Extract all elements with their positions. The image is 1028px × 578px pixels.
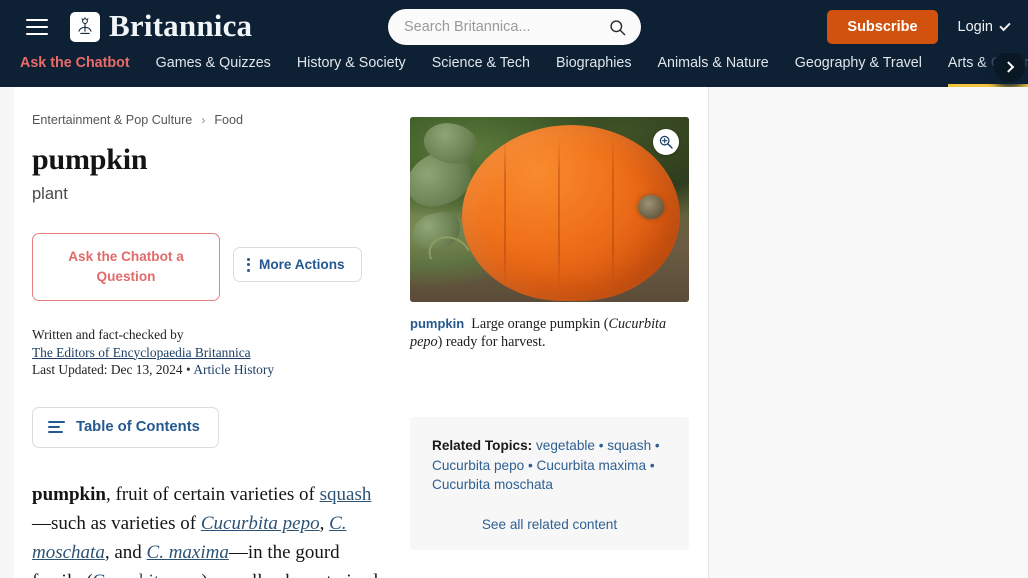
photo-pumpkin-stem [638, 195, 664, 219]
thistle-logo-icon [70, 11, 100, 42]
last-updated-line: Last Updated: Dec 13, 2024 • Article His… [32, 361, 382, 379]
category-nav: Ask the Chatbot Games & Quizzes History … [0, 53, 1028, 87]
right-rail [709, 87, 1028, 578]
byline-intro: Written and fact-checked by [32, 327, 184, 342]
ask-chatbot-button[interactable]: Ask the Chatbot a Question [32, 233, 220, 301]
hamburger-menu-icon[interactable] [26, 18, 48, 35]
nav-item-science-tech[interactable]: Science & Tech [432, 53, 530, 87]
byline: Written and fact-checked by The Editors … [32, 326, 382, 379]
britannica-logo[interactable]: Britannica [70, 10, 252, 44]
article-figure: pumpkin Large orange pumpkin (Cucurbita … [410, 117, 692, 351]
nav-item-history-society[interactable]: History & Society [297, 53, 406, 87]
body-text-1: , fruit of certain varieties of [105, 483, 320, 505]
related-topics-label: Related Topics: [432, 438, 533, 453]
caption-text-2: ) ready for harvest. [437, 334, 546, 350]
bullet-separator: • [598, 438, 604, 453]
hamburger-bar [26, 25, 48, 28]
kebab-dot [247, 263, 250, 266]
nav-item-geography-travel[interactable]: Geography & Travel [795, 53, 922, 87]
subscribe-button[interactable]: Subscribe [827, 9, 938, 44]
link-cucurbita-pepo[interactable]: Cucurbita pepo [201, 513, 320, 534]
header-actions: Subscribe Login [827, 0, 1011, 53]
search-input[interactable] [404, 19, 608, 35]
kebab-dot [247, 268, 250, 272]
page-body: Entertainment & Pop Culture › Food pumpk… [0, 87, 1028, 578]
figure-caption: pumpkin Large orange pumpkin (Cucurbita … [410, 315, 692, 351]
brand-name: Britannica [109, 7, 253, 43]
related-topic-vegetable[interactable]: vegetable [536, 438, 595, 453]
article-lead-term: pumpkin [32, 483, 106, 505]
kebab-menu-icon [247, 257, 250, 272]
nav-item-ask-the-chatbot[interactable]: Ask the Chatbot [20, 53, 130, 87]
body-text-3: , [319, 512, 330, 534]
list-icon [48, 421, 65, 434]
nav-item-games-quizzes[interactable]: Games & Quizzes [156, 53, 271, 87]
breadcrumb-separator-icon: › [201, 113, 206, 127]
caption-term-link[interactable]: pumpkin [410, 316, 464, 331]
bullet-separator: • [654, 438, 660, 453]
article-aside-column: pumpkin Large orange pumpkin ( Cucurbita … [392, 87, 692, 578]
search-box[interactable] [388, 9, 641, 45]
list-line [48, 431, 63, 434]
chevron-right-icon [1002, 60, 1014, 73]
breadcrumb-item-entertainment-pop-culture[interactable]: Entertainment & Pop Culture [32, 113, 192, 127]
related-topic-cucurbita-moschata[interactable]: Cucurbita moschata [432, 477, 553, 492]
caption-text-1: Large orange pumpkin ( [471, 316, 609, 332]
last-updated-date: Dec 13, 2024 [110, 362, 183, 378]
page-title: pumpkin [32, 143, 148, 176]
breadcrumb-item-food[interactable]: Food [214, 113, 243, 127]
pumpkin-rib [504, 135, 506, 291]
login-label: Login [957, 18, 993, 35]
related-topics-box: Related Topics: vegetable • squash • Cuc… [410, 417, 689, 550]
nav-item-biographies[interactable]: Biographies [556, 53, 632, 87]
bullet-separator: • [527, 457, 533, 473]
hamburger-bar [26, 32, 48, 35]
nav-item-animals-nature[interactable]: Animals & Nature [658, 53, 769, 87]
table-of-contents-label: Table of Contents [76, 419, 200, 436]
article-main-column: Entertainment & Pop Culture › Food pumpk… [32, 87, 392, 578]
link-c-maxima[interactable]: C. maxima [147, 542, 229, 563]
article-body-paragraph: pumpkin, fruit of certain varieties of s… [32, 480, 382, 578]
chevron-down-icon [999, 19, 1011, 31]
article-content: Entertainment & Pop Culture › Food pumpk… [14, 87, 709, 578]
pumpkin-rib [558, 135, 560, 291]
pumpkin-rib [612, 135, 614, 291]
left-gutter [0, 87, 14, 578]
pumpkin-photo[interactable] [410, 117, 689, 302]
hamburger-bar [26, 18, 48, 21]
body-text-2: —such as varieties of [32, 512, 201, 534]
list-line [48, 421, 65, 424]
table-of-contents-button[interactable]: Table of Contents [32, 406, 219, 448]
link-cucurbitaceae[interactable]: Cucurbitaceae [93, 571, 202, 578]
kebab-dot [247, 257, 250, 261]
last-updated-label: Last Updated: [32, 362, 108, 378]
link-squash[interactable]: squash [320, 484, 372, 505]
related-topic-squash[interactable]: squash [607, 438, 651, 453]
byline-author-link[interactable]: The Editors of Encyclopaedia Britannica [32, 345, 251, 360]
bullet-separator: • [649, 457, 655, 473]
site-header: Britannica Subscribe Login [0, 0, 1028, 53]
image-zoom-button[interactable] [653, 129, 679, 155]
related-topics-list: Related Topics: vegetable • squash • Cuc… [432, 436, 667, 495]
breadcrumb: Entertainment & Pop Culture › Food [32, 113, 382, 127]
search-icon[interactable] [608, 18, 627, 37]
more-actions-label: More Actions [259, 257, 345, 272]
more-actions-button[interactable]: More Actions [233, 247, 362, 282]
list-line [48, 426, 60, 429]
related-topic-cucurbita-maxima[interactable]: Cucurbita maxima [537, 458, 647, 473]
byline-separator: • [186, 362, 191, 378]
related-topic-cucurbita-pepo[interactable]: Cucurbita pepo [432, 458, 524, 473]
magnify-plus-icon [659, 135, 673, 149]
page-subtitle: plant [32, 185, 68, 203]
body-text-4: , and [104, 541, 147, 563]
article-history-link[interactable]: Article History [193, 362, 274, 377]
see-all-related-content-link[interactable]: See all related content [432, 517, 667, 532]
login-menu[interactable]: Login [957, 18, 1011, 35]
article-action-buttons: Ask the Chatbot a Question More Actions [32, 233, 382, 301]
